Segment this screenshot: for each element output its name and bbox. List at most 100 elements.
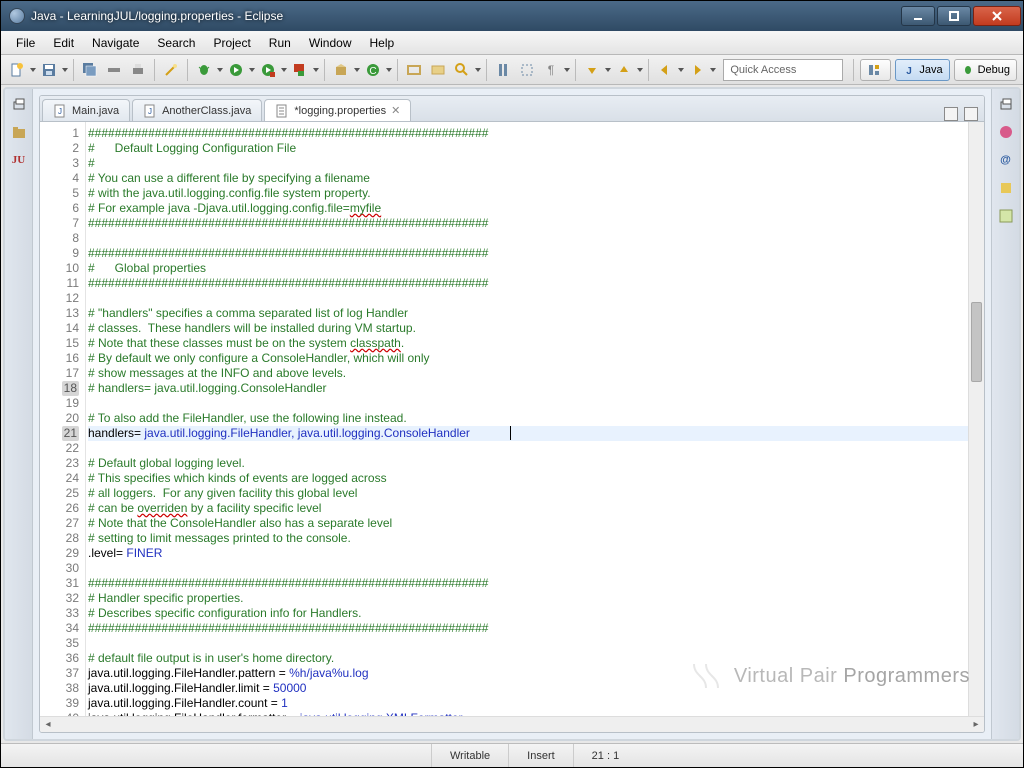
debug-button[interactable]	[193, 59, 215, 81]
menu-navigate[interactable]: Navigate	[83, 33, 148, 53]
run-dropdown[interactable]	[248, 59, 256, 81]
separator	[324, 59, 325, 81]
right-trim-bar: @	[991, 89, 1019, 739]
forward-button[interactable]	[686, 59, 708, 81]
vertical-scrollbar[interactable]	[968, 122, 984, 716]
editor-area: J Main.java J AnotherClass.java *logging…	[39, 95, 985, 733]
tab-label: AnotherClass.java	[162, 105, 251, 117]
tab-label: *logging.properties	[294, 105, 386, 117]
external-tools-button[interactable]	[289, 59, 311, 81]
svg-text:J: J	[58, 107, 62, 116]
next-annotation-dropdown[interactable]	[604, 59, 612, 81]
next-annotation-button[interactable]	[581, 59, 603, 81]
left-trim-bar: JU	[5, 89, 33, 739]
tab-label: Main.java	[72, 105, 119, 117]
menu-search[interactable]: Search	[148, 33, 204, 53]
menu-project[interactable]: Project	[204, 33, 259, 53]
new-dropdown[interactable]	[29, 59, 37, 81]
tab-logging-properties[interactable]: *logging.properties ✕	[264, 99, 411, 121]
print-button[interactable]	[127, 59, 149, 81]
status-writable: Writable	[431, 744, 508, 767]
show-whitespace-button[interactable]: ¶	[540, 59, 562, 81]
prev-annotation-button[interactable]	[613, 59, 635, 81]
line-number-gutter: 1234567891011121314151617181920212223242…	[40, 122, 86, 716]
window-controls	[899, 6, 1021, 26]
separator	[187, 59, 188, 81]
svg-text:C: C	[369, 66, 376, 77]
outline-icon[interactable]: @	[997, 151, 1015, 169]
svg-text:J: J	[148, 107, 152, 116]
bookmarks-icon[interactable]	[997, 179, 1015, 197]
search-dropdown[interactable]	[474, 59, 482, 81]
svg-text:J: J	[907, 66, 913, 77]
debug-dropdown[interactable]	[216, 59, 224, 81]
scroll-left-icon[interactable]: ◂	[40, 717, 56, 732]
svg-text:¶: ¶	[548, 63, 554, 77]
new-class-dropdown[interactable]	[385, 59, 393, 81]
external-tools-dropdown[interactable]	[312, 59, 320, 81]
prev-annotation-dropdown[interactable]	[636, 59, 644, 81]
run-last-button[interactable]	[257, 59, 279, 81]
back-dropdown[interactable]	[677, 59, 685, 81]
show-whitespace-dropdown[interactable]	[563, 59, 571, 81]
code-area[interactable]: ########################################…	[86, 122, 968, 716]
open-type-button[interactable]	[403, 59, 425, 81]
new-package-dropdown[interactable]	[353, 59, 361, 81]
scroll-right-icon[interactable]: ▸	[968, 717, 984, 732]
menu-run[interactable]: Run	[260, 33, 300, 53]
save-all-button[interactable]	[79, 59, 101, 81]
quick-access-field[interactable]: Quick Access	[723, 59, 843, 81]
menu-window[interactable]: Window	[300, 33, 361, 53]
restore-icon[interactable]	[10, 95, 28, 113]
status-insert: Insert	[508, 744, 573, 767]
separator	[648, 59, 649, 81]
junit-icon[interactable]: JU	[10, 151, 28, 169]
new-button[interactable]	[6, 59, 28, 81]
tab-main-java[interactable]: J Main.java	[42, 99, 130, 121]
workbench: JU J Main.java J AnotherClass.java *logg…	[3, 87, 1021, 741]
minimize-button[interactable]	[901, 6, 935, 26]
new-class-button[interactable]: C	[362, 59, 384, 81]
toggle-button[interactable]	[103, 59, 125, 81]
debug-perspective-label: Debug	[978, 64, 1010, 76]
scrollbar-thumb[interactable]	[971, 302, 982, 382]
separator	[73, 59, 74, 81]
package-explorer-icon[interactable]	[10, 123, 28, 141]
forward-dropdown[interactable]	[709, 59, 717, 81]
app-window: Java - LearningJUL/logging.properties - …	[0, 0, 1024, 768]
tab-another-class[interactable]: J AnotherClass.java	[132, 99, 262, 121]
menu-help[interactable]: Help	[361, 33, 404, 53]
restore-icon[interactable]	[997, 95, 1015, 113]
back-button[interactable]	[654, 59, 676, 81]
save-button[interactable]	[38, 59, 60, 81]
maximize-editor-button[interactable]	[964, 107, 978, 121]
horizontal-scrollbar[interactable]: ◂ ▸	[40, 716, 984, 732]
wand-button[interactable]	[160, 59, 182, 81]
toggle-mark-button[interactable]	[492, 59, 514, 81]
java-perspective-button[interactable]: J Java	[895, 59, 949, 81]
open-perspective-button[interactable]	[860, 59, 891, 81]
help-icon[interactable]	[997, 207, 1015, 225]
separator	[853, 59, 854, 81]
status-position: 21 : 1	[573, 744, 638, 767]
menu-edit[interactable]: Edit	[44, 33, 83, 53]
maximize-button[interactable]	[937, 6, 971, 26]
search-button[interactable]	[451, 59, 473, 81]
menu-bar: File Edit Navigate Search Project Run Wi…	[1, 31, 1023, 55]
run-last-dropdown[interactable]	[280, 59, 288, 81]
save-dropdown[interactable]	[61, 59, 69, 81]
open-task-button[interactable]	[427, 59, 449, 81]
minimize-editor-button[interactable]	[944, 107, 958, 121]
task-list-icon[interactable]	[997, 123, 1015, 141]
close-tab-icon[interactable]: ✕	[391, 104, 400, 117]
status-bar: Writable Insert 21 : 1	[1, 743, 1023, 767]
new-package-button[interactable]	[330, 59, 352, 81]
title-bar: Java - LearningJUL/logging.properties - …	[1, 1, 1023, 31]
close-button[interactable]	[973, 6, 1021, 26]
debug-perspective-button[interactable]: Debug	[954, 59, 1017, 81]
run-button[interactable]	[225, 59, 247, 81]
java-perspective-label: Java	[919, 64, 942, 76]
menu-file[interactable]: File	[7, 33, 44, 53]
editor-body: 1234567891011121314151617181920212223242…	[40, 122, 984, 716]
toggle-block-button[interactable]	[516, 59, 538, 81]
